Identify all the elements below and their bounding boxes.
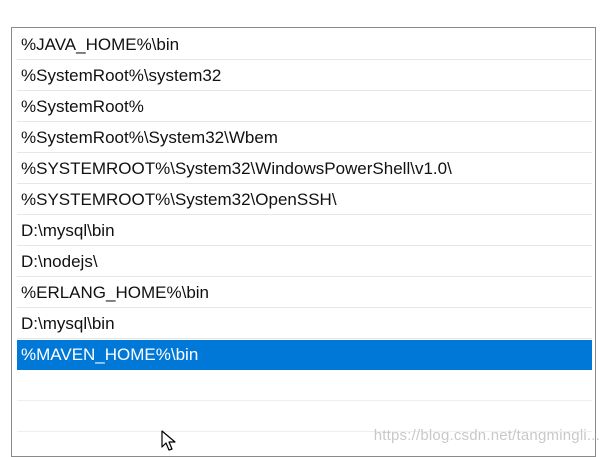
watermark-text: https://blog.csdn.net/tangmingli... — [373, 427, 600, 444]
path-list-item-selected[interactable]: %MAVEN_HOME%\bin — [17, 340, 592, 370]
path-list-item[interactable]: %SystemRoot%\system32 — [17, 61, 592, 91]
path-list-item[interactable]: D:\mysql\bin — [17, 216, 592, 246]
path-list-item[interactable]: D:\mysql\bin — [17, 309, 592, 339]
env-path-editor: %JAVA_HOME%\bin %SystemRoot%\system32 %S… — [0, 0, 607, 457]
path-list-item[interactable]: %SYSTEMROOT%\System32\OpenSSH\ — [17, 185, 592, 215]
path-list-item[interactable]: %ERLANG_HOME%\bin — [17, 278, 592, 308]
path-list-item[interactable]: %SystemRoot% — [17, 92, 592, 122]
path-list-item[interactable]: %JAVA_HOME%\bin — [17, 30, 592, 60]
path-list-empty-row[interactable] — [17, 371, 592, 401]
path-list-item[interactable]: D:\nodejs\ — [17, 247, 592, 277]
path-list-item[interactable]: %SYSTEMROOT%\System32\WindowsPowerShell\… — [17, 154, 592, 184]
mouse-pointer-icon — [161, 430, 176, 451]
path-list[interactable]: %JAVA_HOME%\bin %SystemRoot%\system32 %S… — [11, 27, 596, 457]
path-list-item[interactable]: %SystemRoot%\System32\Wbem — [17, 123, 592, 153]
